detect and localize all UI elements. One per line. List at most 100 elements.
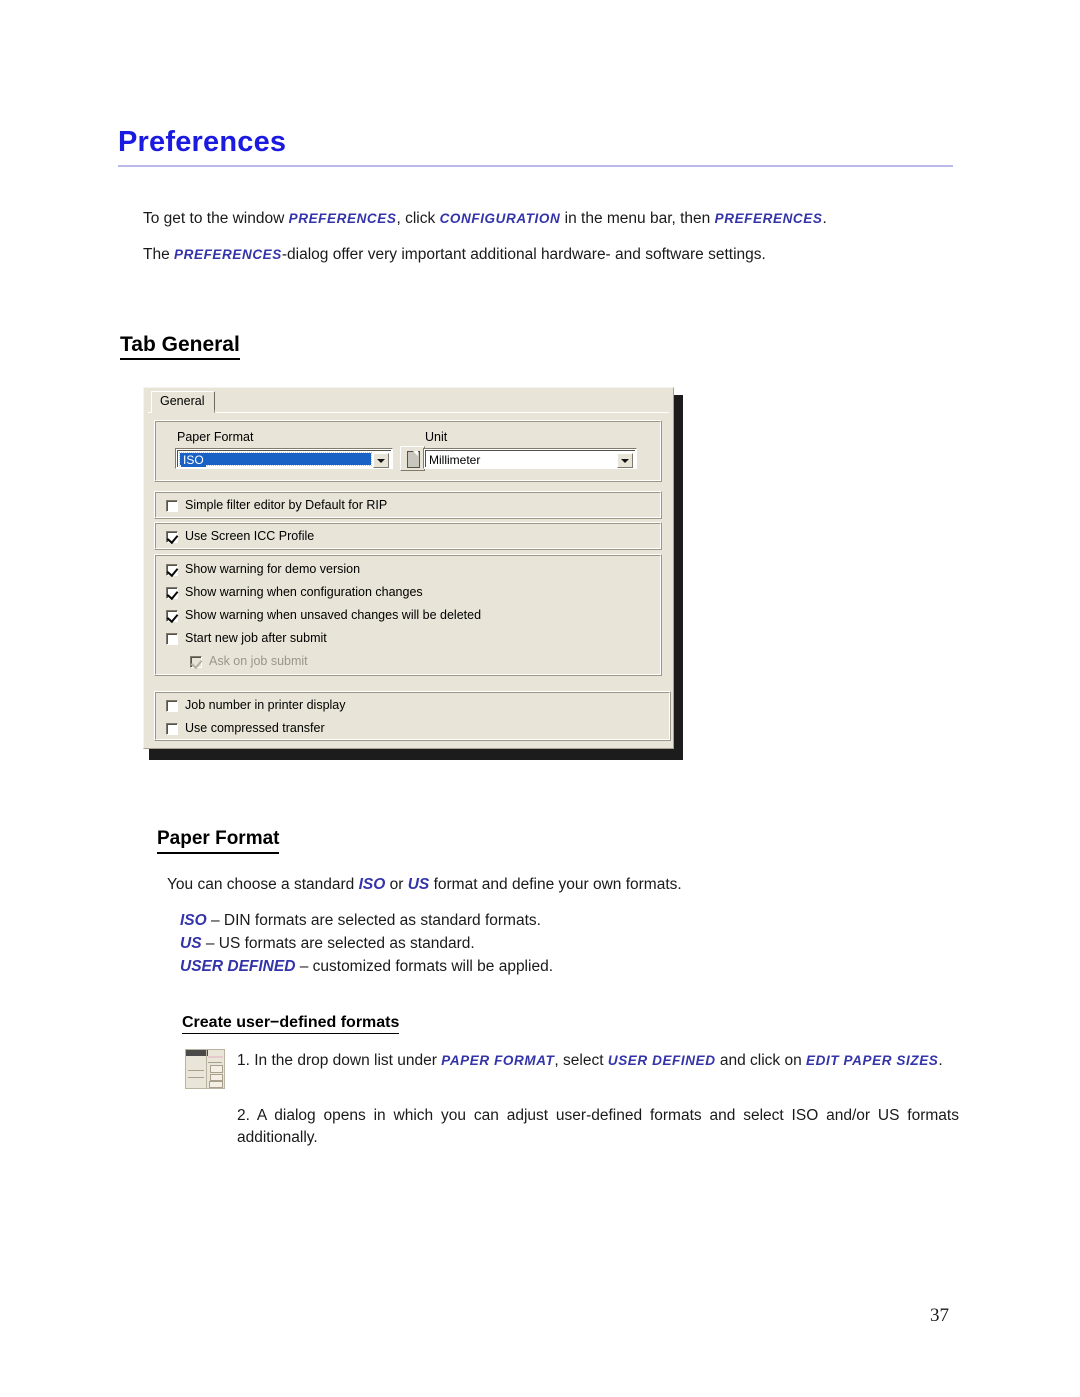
group-misc-options: Job number in printer display Use compre… xyxy=(154,691,671,741)
checkbox-box xyxy=(166,722,178,735)
document-icon-fold xyxy=(413,451,418,456)
combobox-selection-highlight xyxy=(179,452,372,466)
checkbox-label: Show warning when configuration changes xyxy=(185,585,423,599)
thumbnail-accent xyxy=(208,1056,223,1058)
thumbnail-box xyxy=(210,1074,223,1081)
intro-text-1d: . xyxy=(822,210,827,227)
thumbnail-box xyxy=(209,1081,223,1088)
checkmark-icon xyxy=(166,531,179,544)
definition-us: US – US formats are selected as standard… xyxy=(180,933,940,956)
pf-text-or: or xyxy=(385,876,408,893)
checkbox-use-compressed-transfer[interactable]: Use compressed transfer xyxy=(166,721,325,736)
tab-divider xyxy=(214,392,215,410)
checkbox-box xyxy=(166,609,179,623)
checkbox-start-new-job[interactable]: Start new job after submit xyxy=(166,631,327,646)
checkbox-simple-filter-editor[interactable]: Simple filter editor by Default for RIP xyxy=(166,498,387,513)
checkbox-show-warning-demo[interactable]: Show warning for demo version xyxy=(166,562,360,577)
format-definitions-list: ISO – DIN formats are selected as standa… xyxy=(180,910,940,979)
intro-text-1b: , click xyxy=(396,210,440,227)
checkbox-label: Show warning when unsaved changes will b… xyxy=(185,608,482,622)
unit-combobox[interactable]: Millimeter xyxy=(423,448,637,469)
pf-term-us: US xyxy=(407,876,430,893)
smallcaps-user-defined: USER DEFINED xyxy=(607,1053,716,1068)
preferences-dialog-screenshot: General Paper Format ISO Unit Millimeter… xyxy=(143,387,683,760)
heading-create-user-defined-formats: Create user−defined formats xyxy=(182,1014,400,1034)
smallcaps-preferences-2: PREFERENCES xyxy=(714,211,823,226)
combobox-bevel: Millimeter xyxy=(425,450,635,468)
checkbox-label: Job number in printer display xyxy=(185,698,346,712)
tab-strip-underline xyxy=(148,412,669,413)
checkmark-icon xyxy=(166,610,179,623)
intro-text-1c: in the menu bar, then xyxy=(560,210,715,227)
intro-text-2a: The xyxy=(143,246,175,263)
checkbox-box xyxy=(166,530,179,544)
thumbnail-box xyxy=(210,1065,223,1073)
checkmark-icon xyxy=(166,564,179,577)
unit-value: Millimeter xyxy=(429,453,481,467)
checkbox-show-warning-config[interactable]: Show warning when configuration changes xyxy=(166,585,423,600)
document-page: Preferences To get to the window PREFERE… xyxy=(0,0,1080,1397)
intro-text-2b: -dialog offer very important additional … xyxy=(281,246,766,263)
definition-desc: – customized formats will be applied. xyxy=(295,957,553,975)
label-paper-format: Paper Format xyxy=(177,430,254,444)
definition-user-defined: USER DEFINED – customized formats will b… xyxy=(180,956,940,979)
checkbox-label: Simple filter editor by Default for RIP xyxy=(185,498,388,512)
checkmark-icon xyxy=(190,656,203,669)
checkbox-use-screen-icc-profile[interactable]: Use Screen ICC Profile xyxy=(166,529,314,544)
thumbnail-line xyxy=(188,1077,204,1078)
checkbox-ask-on-job-submit: Ask on job submit xyxy=(190,654,308,669)
checkbox-label: Start new job after submit xyxy=(185,631,327,645)
group-filter-editor: Simple filter editor by Default for RIP xyxy=(154,491,662,519)
heading-paper-format: Paper Format xyxy=(157,828,280,854)
pf-text-b: format and define your own formats. xyxy=(429,876,682,893)
tab-general[interactable]: General xyxy=(151,391,216,413)
definition-iso: ISO – DIN formats are selected as standa… xyxy=(180,910,940,933)
title-divider xyxy=(118,165,953,167)
pf-term-iso: ISO xyxy=(358,876,386,893)
label-unit: Unit xyxy=(425,430,448,444)
page-number: 37 xyxy=(930,1305,949,1326)
smallcaps-preferences-3: PREFERENCES xyxy=(174,247,282,262)
paper-format-value: ISO xyxy=(181,453,206,468)
definition-desc: – US formats are selected as standard. xyxy=(201,934,475,952)
checkbox-label: Use compressed transfer xyxy=(185,721,325,735)
pf-text-a: You can choose a standard xyxy=(167,876,359,893)
paper-format-combobox[interactable]: ISO xyxy=(175,448,393,469)
checkbox-label: Ask on job submit xyxy=(209,654,308,668)
chevron-down-icon xyxy=(377,458,385,463)
checkbox-box xyxy=(166,499,178,512)
tab-strip: General xyxy=(148,391,669,413)
edit-paper-sizes-button[interactable] xyxy=(400,446,425,471)
checkbox-label: Show warning for demo version xyxy=(185,562,361,576)
dialog-window: General Paper Format ISO Unit Millimeter… xyxy=(143,387,674,749)
checkbox-job-number-printer-display[interactable]: Job number in printer display xyxy=(166,698,346,713)
checkbox-box xyxy=(166,586,179,600)
group-icc-profile: Use Screen ICC Profile xyxy=(154,522,662,550)
thumbnail-line xyxy=(188,1070,204,1071)
combobox-bevel: ISO xyxy=(177,450,391,468)
step-2-text: 2. A dialog opens in which you can adjus… xyxy=(237,1107,959,1146)
step1-text-c: and click on xyxy=(715,1052,807,1069)
checkbox-box xyxy=(166,632,178,645)
group-warnings: Show warning for demo version Show warni… xyxy=(154,554,662,676)
paper-format-paragraph: You can choose a standard ISO or US form… xyxy=(167,874,957,895)
intro-text-1a: To get to the window xyxy=(143,210,289,227)
step1-text-a: 1. In the drop down list under xyxy=(237,1052,442,1069)
checkbox-show-warning-unsaved[interactable]: Show warning when unsaved changes will b… xyxy=(166,608,481,623)
step-1-text: 1. In the drop down list under PAPER FOR… xyxy=(237,1050,959,1072)
group-paper-format: Paper Format ISO Unit Millimeter xyxy=(154,420,662,482)
definition-term: US xyxy=(180,934,202,952)
checkbox-box xyxy=(166,563,179,577)
definition-desc: – DIN formats are selected as standard f… xyxy=(206,912,541,929)
chevron-down-icon xyxy=(621,458,629,463)
page-title: Preferences xyxy=(118,126,287,158)
unit-dropdown-button[interactable] xyxy=(617,453,633,468)
smallcaps-preferences-1: PREFERENCES xyxy=(288,211,397,226)
checkmark-icon xyxy=(166,587,179,600)
intro-paragraph-2: The PREFERENCES-dialog offer very import… xyxy=(143,244,963,265)
checkbox-label: Use Screen ICC Profile xyxy=(185,529,315,543)
checkbox-box xyxy=(190,655,203,669)
step1-text-b: , select xyxy=(554,1052,608,1069)
paper-format-dropdown-button[interactable] xyxy=(373,453,389,468)
thumbnail-column-divider xyxy=(206,1050,207,1088)
